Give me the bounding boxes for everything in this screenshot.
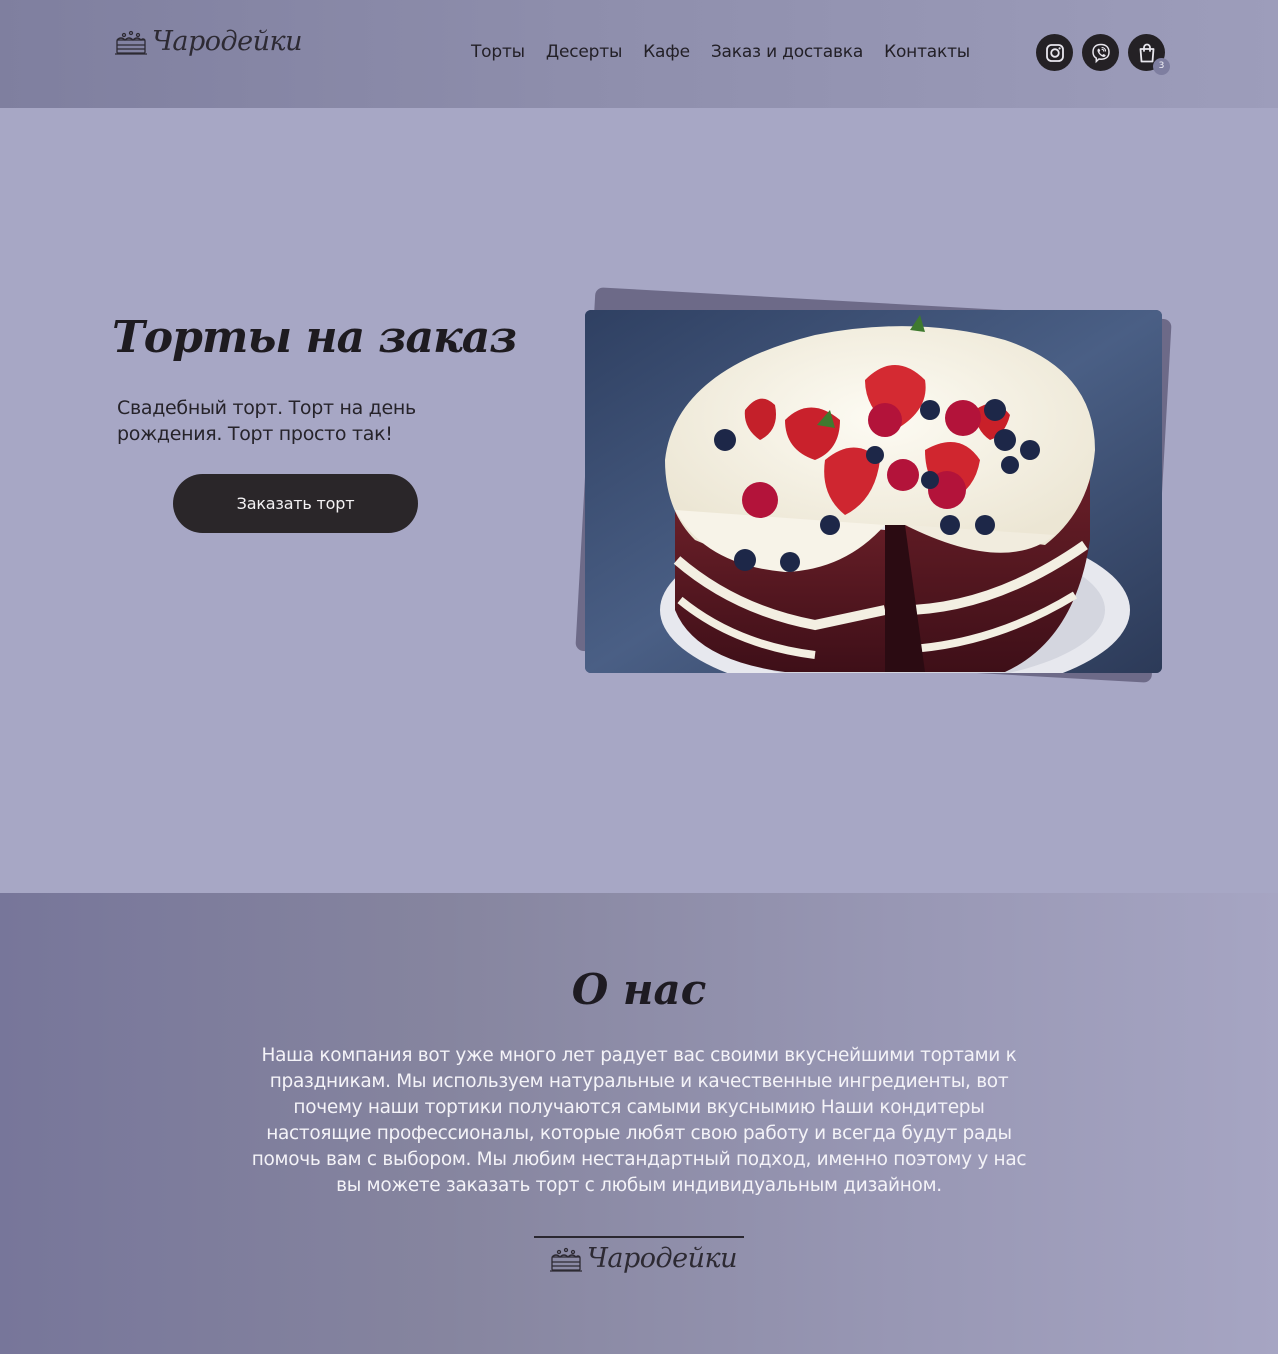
nav-item-cakes[interactable]: Торты <box>471 42 525 62</box>
cart-button[interactable]: 3 <box>1128 34 1170 75</box>
about-divider <box>534 1236 744 1238</box>
header-icons: 3 <box>1036 34 1170 75</box>
about-section: О нас Наша компания вот уже много лет ра… <box>0 893 1278 1354</box>
instagram-icon <box>1045 43 1064 62</box>
cake-logo-icon <box>115 30 147 55</box>
about-text: Наша компания вот уже много лет радует в… <box>251 1045 1027 1196</box>
main-nav: Торты Десерты Кафе Заказ и доставка Конт… <box>471 42 970 62</box>
nav-item-contacts[interactable]: Контакты <box>884 42 970 62</box>
shopping-bag-icon <box>1139 43 1154 62</box>
logo[interactable]: Чародейки <box>114 26 303 57</box>
cake-logo-icon <box>550 1247 582 1272</box>
logo-text: Чародейки <box>152 26 303 57</box>
nav-item-order-delivery[interactable]: Заказ и доставка <box>711 42 863 62</box>
cart-count-badge: 3 <box>1153 58 1170 75</box>
footer-logo: Чародейки <box>549 1243 738 1274</box>
hero-subtitle: Свадебный торт. Торт на день рождения. Т… <box>117 397 416 445</box>
cake-illustration <box>585 310 1162 673</box>
nav-item-desserts[interactable]: Десерты <box>546 42 622 62</box>
cake-photo <box>585 310 1162 673</box>
instagram-button[interactable] <box>1036 34 1073 71</box>
site-header: Чародейки Торты Десерты Кафе Заказ и дос… <box>0 0 1278 108</box>
footer-logo-text: Чародейки <box>587 1243 738 1274</box>
nav-item-cafe[interactable]: Кафе <box>643 42 690 62</box>
hero-section: Торты на заказ Свадебный торт. Торт на д… <box>0 108 1278 893</box>
about-title: О нас <box>571 965 707 1014</box>
hero-title: Торты на заказ <box>112 312 517 363</box>
order-cake-button[interactable]: Заказать торт <box>173 474 418 533</box>
viber-icon <box>1091 43 1110 63</box>
viber-button[interactable] <box>1082 34 1119 71</box>
